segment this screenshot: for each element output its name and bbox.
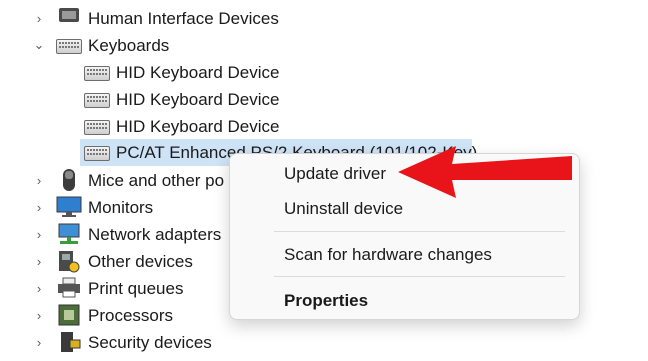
menu-divider [274, 231, 565, 232]
annotation-arrow-icon [398, 146, 572, 198]
chevron-right-icon[interactable]: › [32, 335, 46, 350]
keyboard-icon [84, 120, 110, 135]
security-icon [56, 330, 82, 352]
tree-item-hid-keyboard-device[interactable]: HID Keyboard Device [116, 86, 279, 113]
uninstall-device-menu-item[interactable]: Uninstall device [284, 199, 403, 219]
tree-item-security-devices[interactable]: Security devices [88, 329, 212, 356]
keyboard-icon [84, 93, 110, 108]
tree-item-print-queues[interactable]: Print queues [88, 275, 183, 302]
chevron-right-icon[interactable]: › [32, 308, 46, 323]
tree-item-hid-keyboard-device[interactable]: HID Keyboard Device [116, 113, 279, 140]
chevron-right-icon[interactable]: › [32, 254, 46, 269]
chevron-right-icon[interactable]: › [32, 173, 46, 188]
chevron-right-icon[interactable]: › [32, 281, 46, 296]
keyboard-icon [56, 39, 82, 54]
tree-item-monitors[interactable]: Monitors [88, 194, 153, 221]
monitor-icon [56, 196, 82, 217]
properties-menu-item[interactable]: Properties [284, 291, 368, 311]
tree-item-network-adapters[interactable]: Network adapters [88, 221, 221, 248]
keyboard-icon [84, 66, 110, 81]
tree-item-processors[interactable]: Processors [88, 302, 173, 329]
printer-icon [56, 277, 82, 298]
chevron-down-icon[interactable]: ⌄ [32, 37, 46, 52]
chevron-right-icon[interactable]: › [32, 227, 46, 242]
chevron-right-icon[interactable]: › [32, 200, 46, 215]
tree-item-keyboards[interactable]: Keyboards [88, 32, 169, 59]
network-icon [56, 223, 82, 244]
tree-item-mice[interactable]: Mice and other po [88, 167, 224, 194]
menu-divider [274, 276, 565, 277]
processor-icon [56, 303, 82, 326]
scan-hardware-changes-menu-item[interactable]: Scan for hardware changes [284, 245, 492, 265]
update-driver-menu-item[interactable]: Update driver [284, 164, 386, 184]
mouse-icon [56, 168, 82, 191]
tree-item-other-devices[interactable]: Other devices [88, 248, 193, 275]
keyboard-icon [84, 146, 110, 161]
tree-item-human-interface-devices[interactable]: Human Interface Devices [88, 5, 279, 32]
tree-item-hid-keyboard-device[interactable]: HID Keyboard Device [116, 59, 279, 86]
hid-icon [56, 6, 82, 26]
chevron-right-icon[interactable]: › [32, 11, 46, 26]
other-device-icon [56, 249, 82, 273]
